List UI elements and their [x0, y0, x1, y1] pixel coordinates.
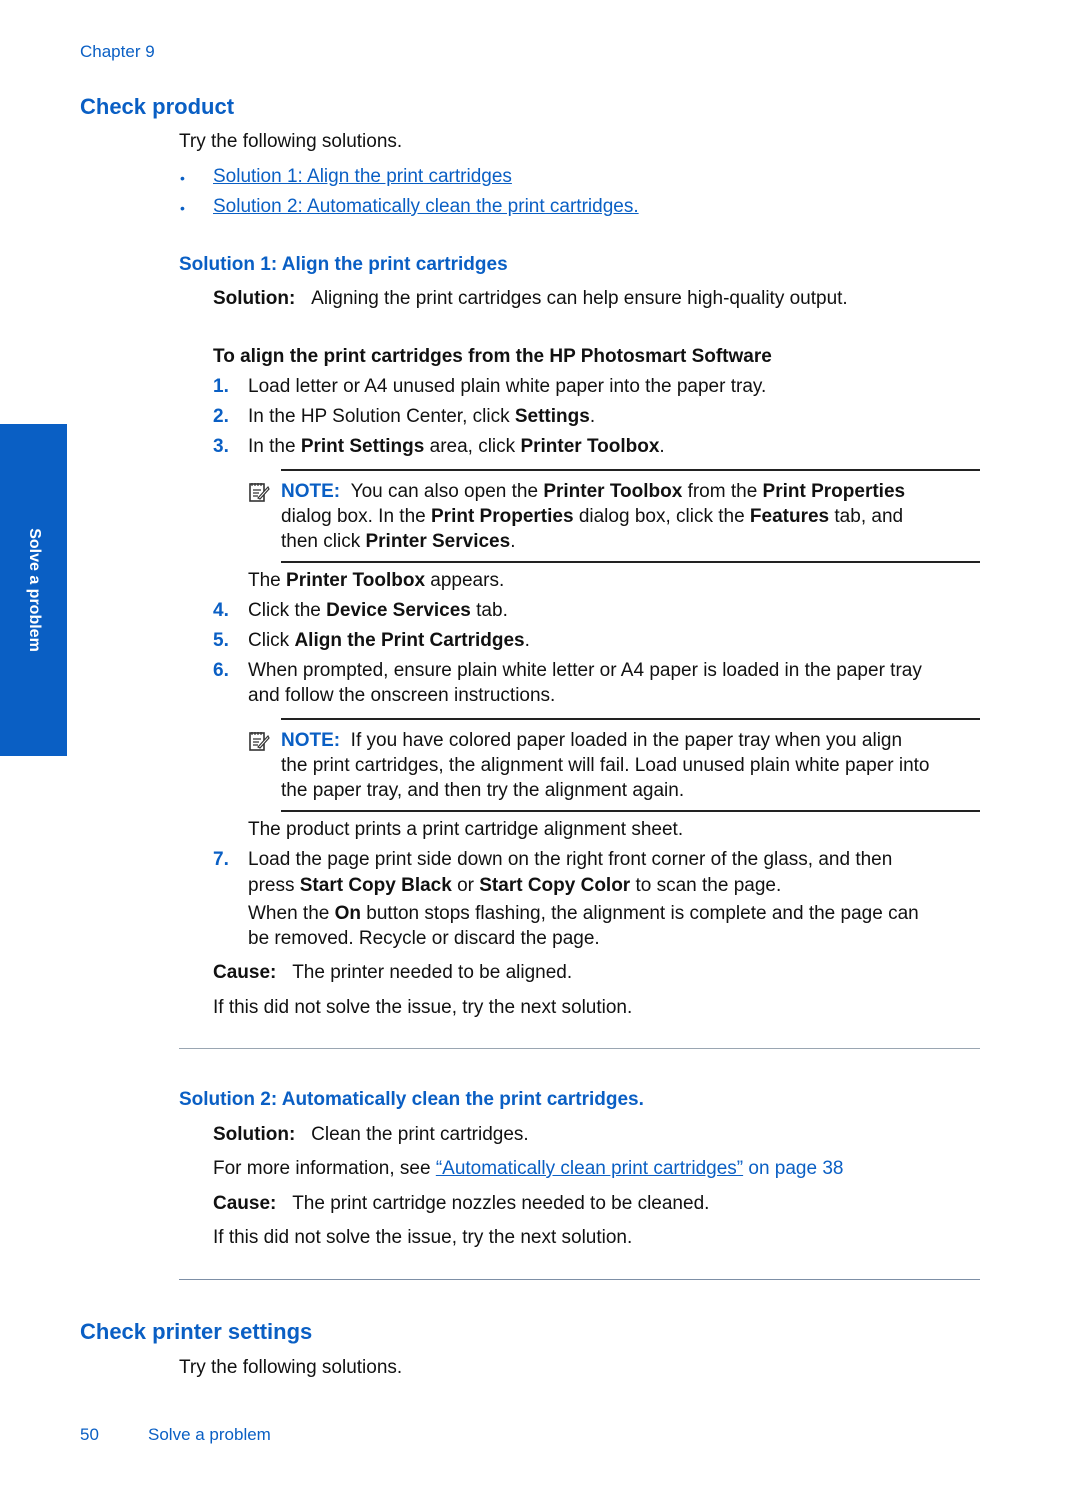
solution-1-next: If this did not solve the issue, try the… [213, 997, 633, 1018]
note-bottom-rule [281, 810, 980, 812]
step-number: 3. [213, 436, 229, 457]
step-7-para-line-2: be removed. Recycle or discard the page. [248, 928, 600, 949]
bullet-icon: • [180, 200, 185, 216]
note-1-line-3: then click Printer Services. [281, 531, 516, 552]
solution-text: Aligning the print cartridges can help e… [311, 288, 848, 309]
section-title-check-printer-settings: Check printer settings [80, 1319, 313, 1344]
link-solution-1[interactable]: Solution 1: Align the print cartridges [213, 166, 512, 188]
footer-section: Solve a problem [148, 1425, 271, 1444]
side-tab-label: Solve a problem [25, 528, 43, 652]
step-5-text: Click Align the Print Cartridges. [248, 630, 530, 651]
note-1-line-1: NOTE: You can also open the Printer Tool… [281, 481, 906, 502]
note-icon [249, 732, 270, 751]
step-number: 7. [213, 849, 229, 870]
step-4-text: Click the Device Services tab. [248, 600, 508, 621]
step-3-text: In the Print Settings area, click Printe… [248, 436, 665, 457]
note-1-line-2: dialog box. In the Print Properties dial… [281, 506, 904, 527]
solution-1-cause: Cause: The printer needed to be aligned. [213, 962, 573, 983]
step-6-line-1: When prompted, ensure plain white letter… [248, 660, 922, 681]
solution-2-title: Solution 2: Automatically clean the prin… [179, 1089, 644, 1110]
note-bottom-rule [281, 561, 980, 563]
page-number: 50 [80, 1425, 99, 1444]
link-solution-2[interactable]: Solution 2: Automatically clean the prin… [213, 196, 639, 218]
step-number: 1. [213, 376, 229, 397]
solution-2-solution: Solution: Clean the print cartridges. [213, 1124, 529, 1145]
solution-label: Solution: [213, 288, 296, 309]
intro-text: Try the following solutions. [179, 131, 403, 152]
solution-2-cause: Cause: The print cartridge nozzles neede… [213, 1193, 710, 1214]
section-divider [179, 1279, 980, 1280]
step-number: 6. [213, 660, 229, 681]
step-6-line-2: and follow the onscreen instructions. [248, 685, 556, 706]
toolbox-appears-text: The Printer Toolbox appears. [248, 570, 505, 591]
section-divider [179, 1048, 980, 1049]
bullet-icon: • [180, 170, 185, 186]
note-top-rule [281, 469, 980, 471]
step-7-line-1: Load the page print side down on the rig… [248, 849, 893, 870]
solution-1-title: Solution 1: Align the print cartridges [179, 254, 508, 275]
section-title-check-product: Check product [80, 94, 235, 119]
note-2-line-2: the print cartridges, the alignment will… [281, 755, 930, 776]
note-icon [249, 483, 270, 502]
solution-2-more-info: For more information, see “Automatically… [213, 1158, 844, 1179]
solution-1-solution: Solution: Aligning the print cartridges … [213, 288, 848, 310]
step-7-line-2: press Start Copy Black or Start Copy Col… [248, 875, 782, 896]
note-2-line-3: the paper tray, and then try the alignme… [281, 780, 685, 801]
solution-2-next: If this did not solve the issue, try the… [213, 1227, 633, 1248]
procedure-title: To align the print cartridges from the H… [213, 346, 772, 367]
intro-text: Try the following solutions. [179, 1357, 403, 1378]
note-2-line-1: NOTE: If you have colored paper loaded i… [281, 730, 903, 751]
note-top-rule [281, 718, 980, 720]
page-reference[interactable]: on page 38 [743, 1158, 843, 1179]
chapter-label: Chapter 9 [80, 42, 155, 61]
step-1-text: Load letter or A4 unused plain white pap… [248, 376, 767, 397]
step-number: 2. [213, 406, 229, 427]
link-automatically-clean[interactable]: “Automatically clean print cartridges” [436, 1158, 743, 1179]
side-tab: Solve a problem [0, 424, 67, 756]
step-7-para-line-1: When the On button stops flashing, the a… [248, 903, 919, 924]
step-number: 5. [213, 630, 229, 651]
step-2-text: In the HP Solution Center, click Setting… [248, 406, 596, 427]
alignment-sheet-text: The product prints a print cartridge ali… [248, 819, 684, 840]
step-number: 4. [213, 600, 229, 621]
